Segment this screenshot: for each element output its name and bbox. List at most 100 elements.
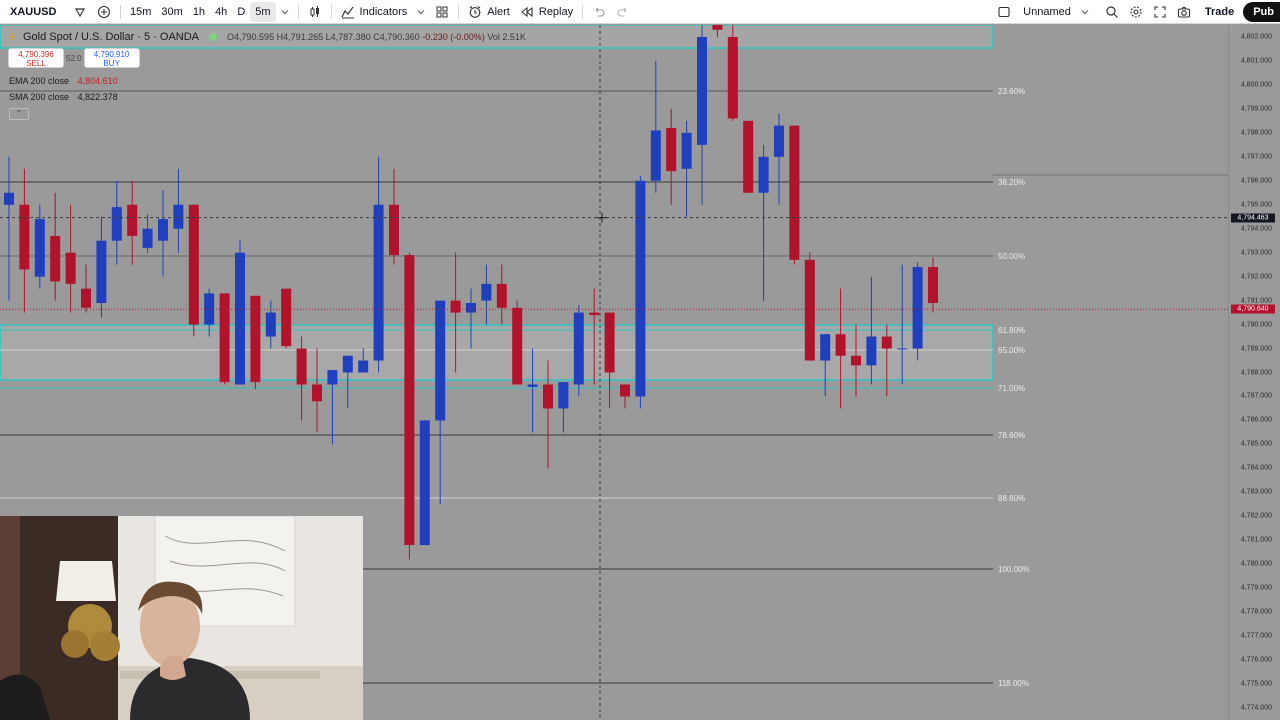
candle-up [158, 219, 168, 241]
collapse-legend-button[interactable]: ⌃ [9, 108, 29, 120]
candle-down [727, 36, 738, 119]
price-tick-label: 4,776.000 [1240, 656, 1272, 664]
candle-up [419, 420, 430, 546]
candle-down [219, 293, 230, 383]
indicators-label: Indicators [359, 5, 408, 18]
trade-button[interactable]: Trade [1200, 0, 1239, 24]
candle-down [851, 355, 861, 366]
price-tick-label: 4,801.000 [1240, 57, 1272, 65]
undo-button[interactable] [587, 0, 611, 24]
interval-label: 30m [161, 5, 183, 18]
ema-label: EMA 200 close [9, 76, 70, 86]
ema-value: 4,804.610 [77, 76, 118, 86]
price-tick-label: 4,792.000 [1240, 273, 1272, 281]
quick-search-button[interactable] [1100, 0, 1124, 24]
interval-label: 4h [215, 5, 228, 18]
indicators-button[interactable]: Indicators [336, 0, 413, 24]
price-tick-label: 4,788.000 [1240, 369, 1272, 376]
publish-button[interactable]: Pub [1243, 1, 1280, 22]
chevron-down-icon [417, 8, 425, 16]
interval-4h[interactable]: 4h [210, 0, 232, 24]
ema-indicator-row[interactable]: EMA 200 close 4,804.610 [9, 76, 118, 86]
price-tick-label: 4,787.000 [1240, 392, 1272, 400]
candle-up [142, 228, 153, 248]
candle-down [881, 336, 892, 349]
candle-up [204, 293, 215, 325]
chevron-down-icon [1081, 8, 1089, 16]
price-tick-label: 4,782.000 [1240, 512, 1272, 520]
candle-up [774, 125, 784, 157]
grid-icon [435, 5, 449, 19]
candle-up [635, 180, 646, 397]
interval-15m[interactable]: 15m [125, 0, 156, 24]
price-tick-label: 4,780.000 [1240, 560, 1272, 568]
fib-level-label: 78.60% [998, 431, 1025, 440]
alarm-clock-icon [468, 5, 482, 19]
interval-d[interactable]: D [232, 0, 250, 24]
price-tick-label: 4,774.000 [1240, 704, 1272, 712]
snapshot-button[interactable] [1172, 0, 1196, 24]
alert-button[interactable]: Alert [463, 0, 515, 24]
candle-down [496, 283, 507, 308]
indicators-dropdown-button[interactable] [412, 0, 430, 24]
candle-down [620, 384, 630, 397]
fib-level-label: 100.00% [998, 565, 1030, 574]
settings-button[interactable] [1124, 0, 1148, 24]
chart-type-button[interactable] [303, 0, 327, 24]
candle-up [34, 219, 45, 277]
layout-menu-button[interactable]: Unnamed [992, 0, 1094, 24]
candle-down [450, 300, 461, 313]
price-tick-label: 4,798.000 [1240, 129, 1272, 137]
fib-level-label: 88.60% [998, 494, 1025, 503]
toolbar-divider [330, 4, 332, 19]
candle-down [712, 25, 723, 30]
high-value: H4,791.265 [276, 32, 324, 42]
candle-down [65, 252, 76, 284]
sma-indicator-row[interactable]: SMA 200 close 4,822.378 [9, 92, 118, 102]
candle-up [758, 156, 769, 193]
sell-price: 4,790.396 [18, 50, 54, 59]
toolbar-divider [582, 4, 584, 19]
candle-up [866, 336, 877, 366]
redo-icon [616, 5, 630, 19]
price-tick-label: 4,790.000 [1240, 321, 1272, 329]
symbol-menu-icon[interactable] [74, 6, 86, 18]
candle-up [173, 204, 184, 229]
price-tick-label: 4,778.000 [1240, 608, 1272, 616]
interval-dropdown-button[interactable] [276, 0, 294, 24]
indicators-icon [341, 5, 355, 19]
chevron-down-icon [281, 8, 289, 16]
series-title[interactable]: Gold Spot / U.S. Dollar · 5 · OANDA [23, 31, 199, 43]
price-tick-label: 4,781.000 [1240, 536, 1272, 544]
sma-value: 4,822.378 [77, 92, 118, 102]
fullscreen-button[interactable] [1148, 0, 1172, 24]
interval-30m[interactable]: 30m [156, 0, 187, 24]
open-value: O4,790.595 [227, 32, 275, 42]
redo-button[interactable] [611, 0, 635, 24]
price-tick-label: 4,800.000 [1240, 81, 1272, 89]
candle-up [358, 360, 369, 373]
price-tick-label: 4,799.000 [1240, 105, 1272, 113]
buy-button[interactable]: 4,790.910 BUY [83, 48, 140, 68]
undo-icon [592, 5, 606, 19]
sell-button[interactable]: 4,790.396 SELL [8, 48, 64, 68]
candle-up [697, 36, 707, 145]
compare-symbol-button[interactable] [92, 0, 116, 24]
replay-label: Replay [538, 5, 574, 18]
replay-button[interactable]: Replay [515, 0, 578, 24]
search-icon [1105, 5, 1119, 19]
interval-1h[interactable]: 1h [188, 0, 210, 24]
candle-up [342, 355, 353, 373]
candle-down [928, 267, 938, 303]
interval-5m[interactable]: 5m [250, 1, 276, 22]
symbol-search-button[interactable]: XAUUSD [0, 0, 92, 24]
candle-up [373, 204, 384, 361]
buy-label: BUY [103, 59, 120, 68]
templates-button[interactable] [430, 0, 454, 24]
candle-down [19, 204, 30, 270]
candle-down [389, 204, 399, 256]
candle-down [835, 334, 846, 356]
price-axis[interactable]: 4,802.000 4,801.000 4,800.000 4,799.000 4,79… [1228, 25, 1280, 720]
price-tick-label: 4,777.000 [1240, 632, 1272, 640]
sell-label: SELL [26, 59, 46, 68]
